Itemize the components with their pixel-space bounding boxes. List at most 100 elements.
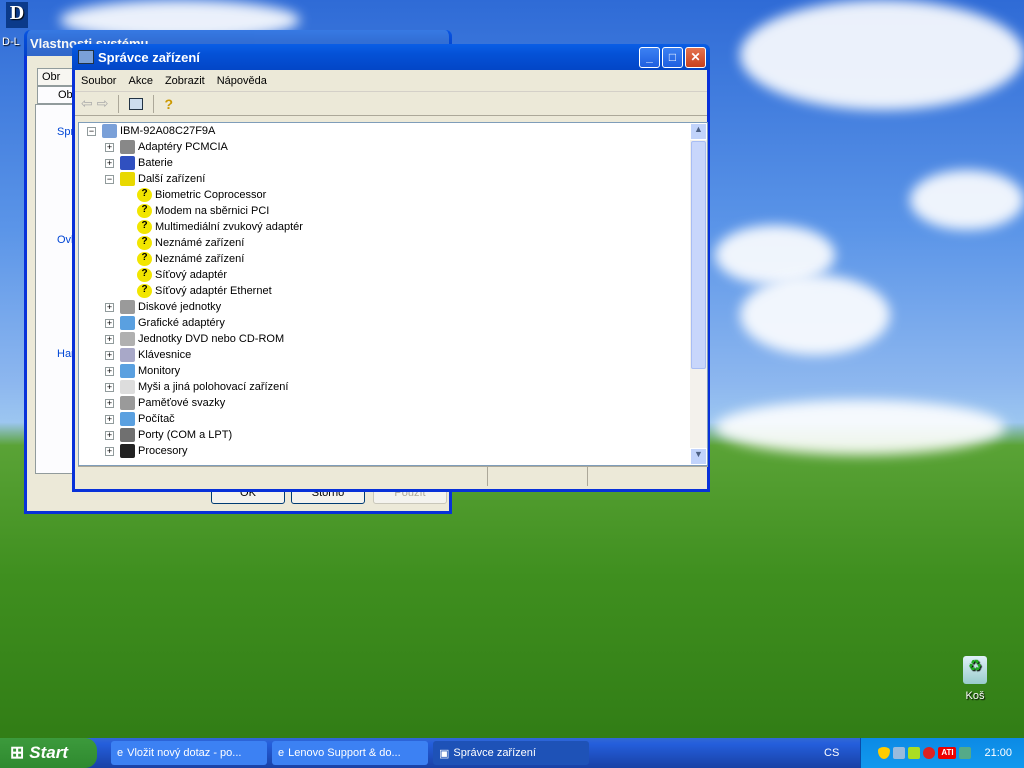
expand-icon[interactable]: + [105, 366, 114, 376]
taskbar: ⊞ Start e Vložit nový dotaz - po... e Lenov… [0, 738, 1024, 768]
task-device-manager[interactable]: ▣ Správce zařízení [433, 741, 589, 765]
hardware-icon[interactable] [959, 747, 972, 759]
tree-root[interactable]: − IBM-92A08C27F9A [87, 123, 215, 139]
monitor-icon [120, 364, 135, 378]
keyboard-icon [120, 348, 135, 362]
tree-device[interactable]: ? Biometric Coprocessor [137, 187, 266, 203]
tree-device[interactable]: ? Neznámé zařízení [137, 251, 244, 267]
expand-icon[interactable]: + [105, 318, 114, 328]
ati-icon[interactable]: ATI [938, 747, 957, 759]
tree-category[interactable]: + Klávesnice [105, 347, 191, 363]
warning-unknown-device-icon: ? [137, 236, 152, 250]
scroll-up-button[interactable]: ▲ [690, 123, 707, 140]
wireless-network-icon[interactable] [893, 747, 906, 759]
menu-help[interactable]: Nápověda [211, 75, 273, 87]
port-icon [120, 428, 135, 442]
expand-icon[interactable]: + [105, 414, 114, 424]
tree-device[interactable]: ? Modem na sběrnici PCI [137, 203, 269, 219]
back-arrow-icon[interactable]: ⇦ [81, 95, 93, 112]
expand-icon[interactable]: + [105, 158, 114, 168]
toolbar: ⇦ ⇨ ? [75, 92, 707, 116]
forward-arrow-icon[interactable]: ⇨ [97, 95, 109, 112]
task-ie-dotaz[interactable]: e Vložit nový dotaz - po... [111, 741, 267, 765]
storage-icon [120, 396, 135, 410]
tree-category[interactable]: + Jednotky DVD nebo CD-ROM [105, 331, 284, 347]
warning-unknown-device-icon: ? [137, 188, 152, 202]
computer-icon: ▣ [439, 747, 450, 760]
menu-file[interactable]: Soubor [75, 75, 122, 87]
expand-icon[interactable]: + [105, 382, 114, 392]
scroll-thumb[interactable] [691, 141, 706, 369]
tree-category[interactable]: + Procesory [105, 443, 188, 459]
status-bar [78, 466, 708, 486]
display-adapter-icon [120, 316, 135, 330]
computer-icon [102, 124, 117, 138]
tree-category[interactable]: + Diskové jednotky [105, 299, 221, 315]
show-hide-tree-icon[interactable] [129, 97, 144, 110]
tree-device[interactable]: ? Multimediální zvukový adaptér [137, 219, 303, 235]
tree-category[interactable]: + Adaptéry PCMCIA [105, 139, 228, 155]
expand-icon[interactable]: + [105, 334, 114, 344]
tree-device[interactable]: ? Síťový adaptér Ethernet [137, 283, 272, 299]
window-title: Správce zařízení [98, 49, 200, 65]
collapse-icon[interactable]: − [105, 174, 114, 184]
task-lenovo-support[interactable]: e Lenovo Support & do... [272, 741, 428, 765]
tree-category[interactable]: + Grafické adaptéry [105, 315, 225, 331]
antivirus-icon[interactable] [923, 747, 936, 759]
warning-unknown-device-icon: ? [137, 252, 152, 266]
menu-view[interactable]: Zobrazit [159, 75, 211, 87]
minimize-button[interactable]: _ [639, 46, 660, 68]
computer-icon [78, 50, 94, 64]
dlink-tray-icon[interactable] [908, 747, 921, 759]
ie-icon: e [278, 747, 285, 759]
menu-bar: Soubor Akce Zobrazit Nápověda [75, 70, 707, 92]
processor-icon [120, 444, 135, 458]
tree-device[interactable]: ? Síťový adaptér [137, 267, 227, 283]
collapse-icon[interactable]: − [87, 126, 96, 136]
tree-category[interactable]: + Myši a jiná polohovací zařízení [105, 379, 288, 395]
expand-icon[interactable]: + [105, 430, 114, 440]
tree-category[interactable]: + Baterie [105, 155, 173, 171]
recycle-icon: ♻ [963, 656, 987, 684]
tree-category[interactable]: + Paměťové svazky [105, 395, 225, 411]
warning-unknown-device-icon: ? [137, 268, 152, 282]
recycle-bin-label: Koš [965, 690, 985, 702]
tree-category[interactable]: + Monitory [105, 363, 180, 379]
expand-icon[interactable]: + [105, 446, 114, 456]
close-button[interactable]: ✕ [685, 46, 706, 68]
titlebar[interactable]: Správce zařízení _ □ ✕ [72, 44, 710, 70]
unknown-device-icon [120, 172, 135, 186]
properties-help-icon[interactable]: ? [164, 96, 173, 112]
vertical-scrollbar[interactable]: ▲ ▼ [690, 123, 707, 465]
disk-icon [120, 300, 135, 314]
start-button[interactable]: ⊞ Start [0, 738, 97, 768]
scroll-down-button[interactable]: ▼ [690, 448, 707, 465]
ie-icon: e [117, 747, 124, 759]
expand-icon[interactable]: + [105, 398, 114, 408]
warning-unknown-device-icon: ? [137, 204, 152, 218]
battery-icon [120, 156, 135, 170]
tree-category[interactable]: + Počítač [105, 411, 175, 427]
device-tree[interactable]: − IBM-92A08C27F9A + Adaptéry PCMCIA + Bater… [78, 122, 708, 466]
recycle-bin-icon[interactable]: ♻ Koš [955, 656, 995, 702]
tree-category[interactable]: + Porty (COM a LPT) [105, 427, 232, 443]
maximize-button[interactable]: □ [662, 46, 683, 68]
warning-unknown-device-icon: ? [137, 220, 152, 234]
computer-icon [120, 412, 135, 426]
cdrom-icon [120, 332, 135, 346]
menu-action[interactable]: Akce [122, 75, 158, 87]
expand-icon[interactable]: + [105, 302, 114, 312]
warning-unknown-device-icon: ? [137, 284, 152, 298]
pcmcia-icon [120, 140, 135, 154]
clock: 21:00 [984, 747, 1012, 759]
expand-icon[interactable]: + [105, 142, 114, 152]
tree-category[interactable]: − Další zařízení [105, 171, 205, 187]
dlink-logo-icon: D [6, 2, 28, 28]
expand-icon[interactable]: + [105, 350, 114, 360]
windows-logo-icon: ⊞ [10, 743, 25, 762]
system-tray: ATI 21:00 [860, 738, 1024, 768]
device-manager-window: Správce zařízení _ □ ✕ Soubor Akce Zobra… [72, 44, 710, 492]
tree-device[interactable]: ? Neznámé zařízení [137, 235, 244, 251]
language-indicator[interactable]: CS [824, 747, 839, 759]
security-shield-icon[interactable] [878, 747, 891, 759]
